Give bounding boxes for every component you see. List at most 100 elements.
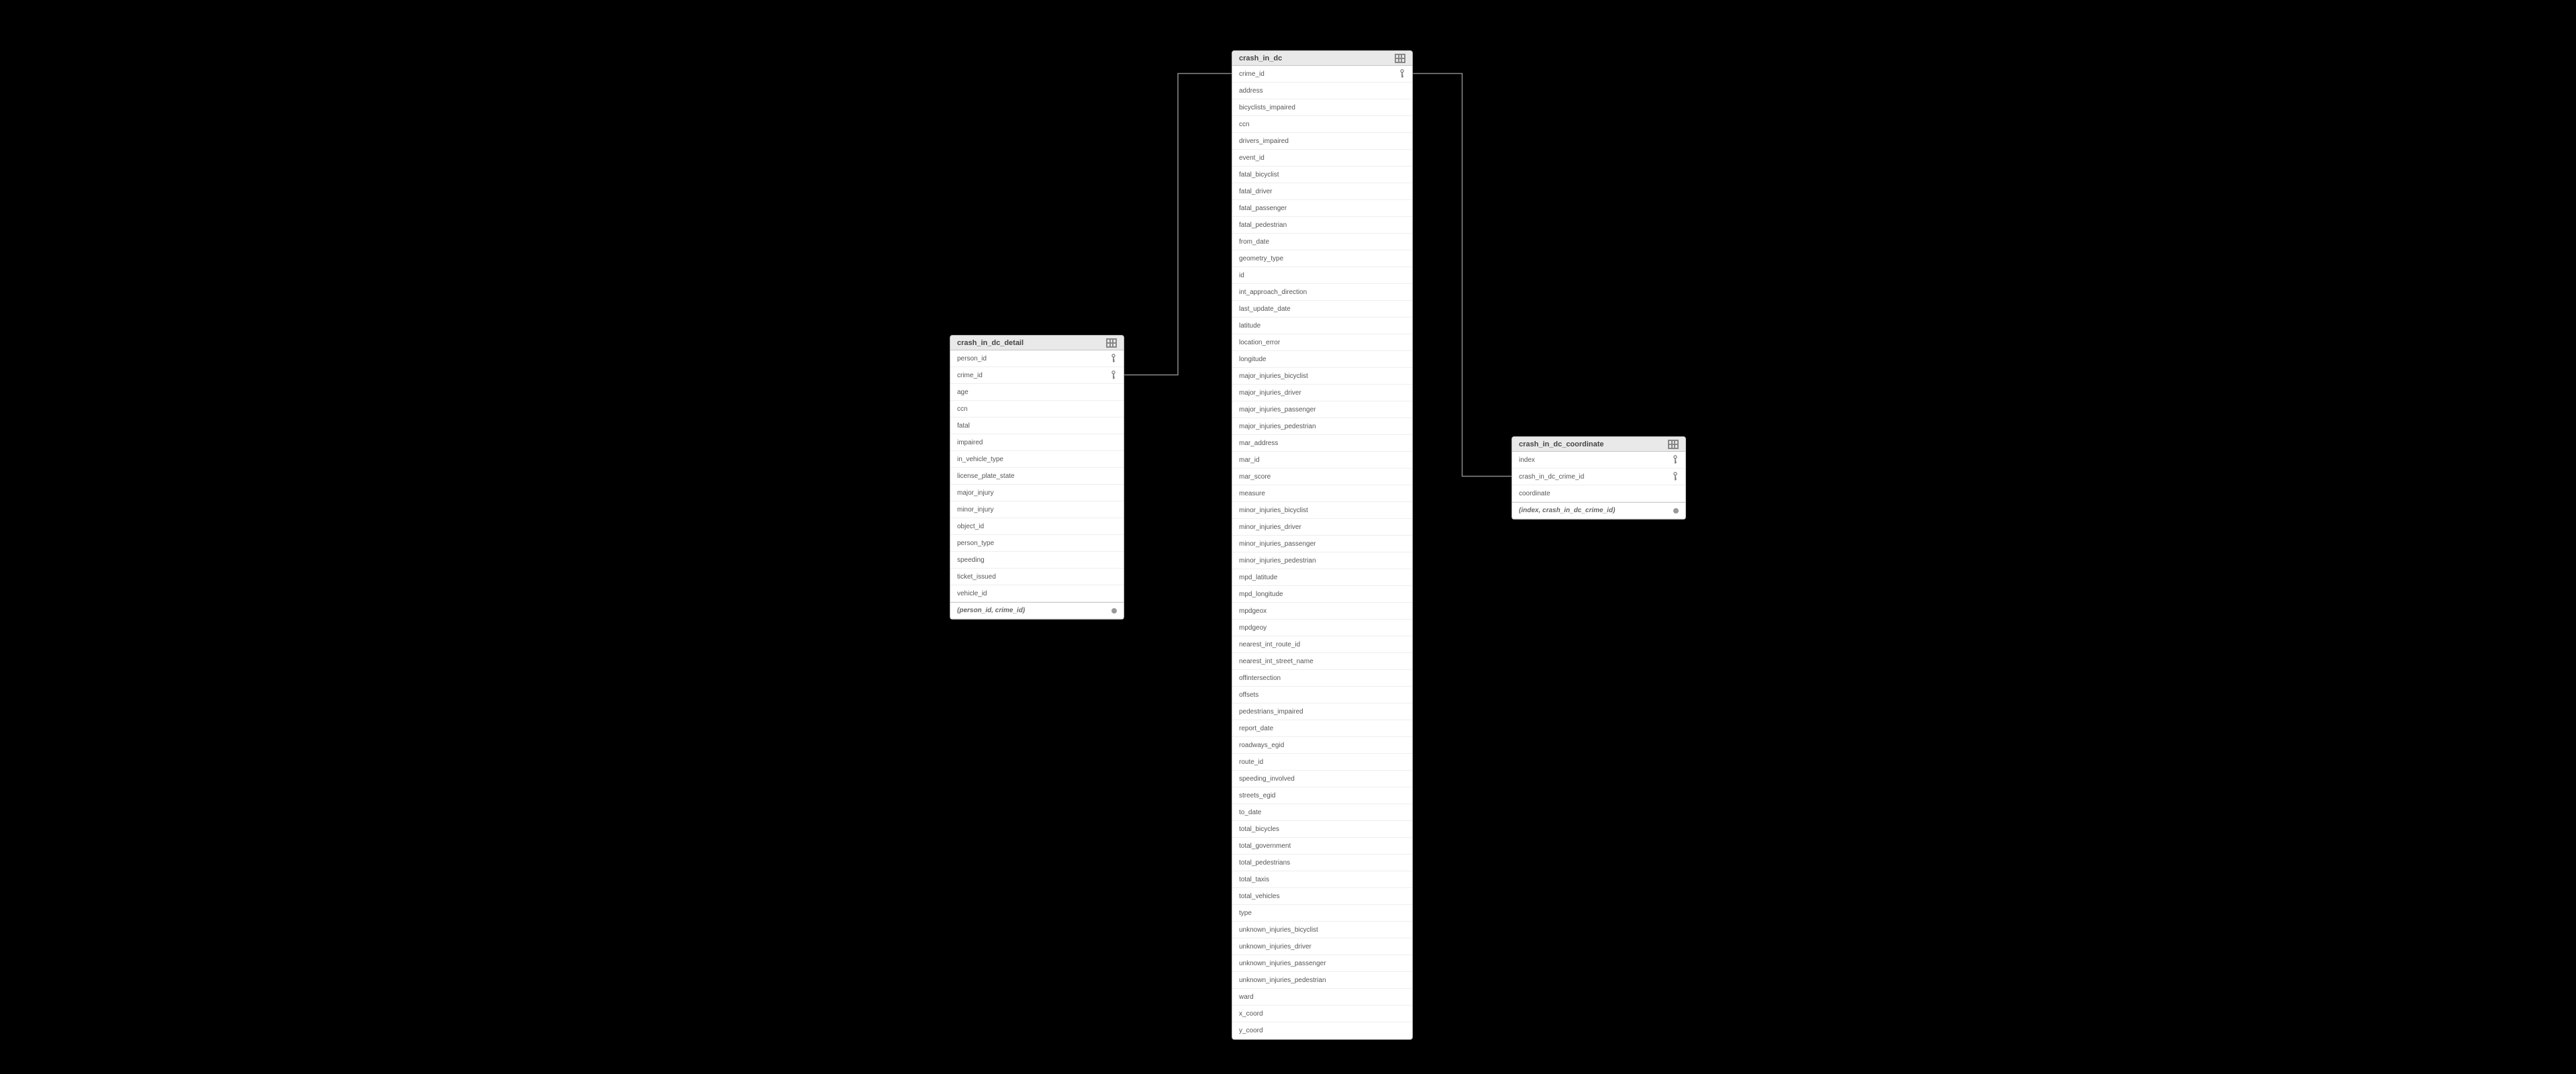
field-ccn[interactable]: ccn	[950, 401, 1124, 418]
field-mpd_longitude[interactable]: mpd_longitude	[1232, 586, 1412, 603]
field-int_approach_direction[interactable]: int_approach_direction	[1232, 284, 1412, 301]
field-label: mpd_longitude	[1239, 591, 1405, 598]
field-measure[interactable]: measure	[1232, 485, 1412, 502]
field-major_injuries_pedestrian[interactable]: major_injuries_pedestrian	[1232, 418, 1412, 435]
field-label: mpd_latitude	[1239, 574, 1405, 581]
field-total_taxis[interactable]: total_taxis	[1232, 871, 1412, 888]
field-geometry_type[interactable]: geometry_type	[1232, 250, 1412, 267]
index-row[interactable]: (person_id, crime_id)	[950, 602, 1124, 619]
field-major_injury[interactable]: major_injury	[950, 485, 1124, 501]
field-nearest_int_route_id[interactable]: nearest_int_route_id	[1232, 636, 1412, 653]
field-event_id[interactable]: event_id	[1232, 150, 1412, 166]
field-ward[interactable]: ward	[1232, 989, 1412, 1006]
field-crime_id[interactable]: crime_id	[950, 367, 1124, 384]
field-ticket_issued[interactable]: ticket_issued	[950, 569, 1124, 585]
field-minor_injury[interactable]: minor_injury	[950, 501, 1124, 518]
table-crash_in_dc_detail[interactable]: crash_in_dc_detailperson_idcrime_idagecc…	[950, 335, 1124, 620]
field-last_update_date[interactable]: last_update_date	[1232, 301, 1412, 318]
field-label: offsets	[1239, 691, 1405, 699]
field-crime_id[interactable]: crime_id	[1232, 66, 1412, 83]
field-id[interactable]: id	[1232, 267, 1412, 284]
field-report_date[interactable]: report_date	[1232, 720, 1412, 737]
field-minor_injuries_driver[interactable]: minor_injuries_driver	[1232, 519, 1412, 536]
field-mpdgeox[interactable]: mpdgeox	[1232, 603, 1412, 620]
field-streets_egid[interactable]: streets_egid	[1232, 787, 1412, 804]
field-drivers_impaired[interactable]: drivers_impaired	[1232, 133, 1412, 150]
field-label: major_injuries_bicyclist	[1239, 373, 1405, 380]
table-grid-icon[interactable]	[1106, 338, 1117, 348]
table-crash_in_dc_coordinate[interactable]: crash_in_dc_coordinateindexcrash_in_dc_c…	[1512, 436, 1686, 520]
field-major_injuries_bicyclist[interactable]: major_injuries_bicyclist	[1232, 368, 1412, 385]
field-to_date[interactable]: to_date	[1232, 804, 1412, 821]
field-crash_in_dc_crime_id[interactable]: crash_in_dc_crime_id	[1512, 469, 1685, 485]
field-person_id[interactable]: person_id	[950, 350, 1124, 367]
field-minor_injuries_passenger[interactable]: minor_injuries_passenger	[1232, 536, 1412, 552]
field-total_pedestrians[interactable]: total_pedestrians	[1232, 855, 1412, 871]
field-label: mar_score	[1239, 473, 1405, 481]
field-major_injuries_passenger[interactable]: major_injuries_passenger	[1232, 401, 1412, 418]
field-license_plate_state[interactable]: license_plate_state	[950, 468, 1124, 485]
field-in_vehicle_type[interactable]: in_vehicle_type	[950, 451, 1124, 468]
field-speeding[interactable]: speeding	[950, 552, 1124, 569]
field-total_vehicles[interactable]: total_vehicles	[1232, 888, 1412, 905]
field-ccn[interactable]: ccn	[1232, 116, 1412, 133]
field-mar_id[interactable]: mar_id	[1232, 452, 1412, 469]
field-object_id[interactable]: object_id	[950, 518, 1124, 535]
field-from_date[interactable]: from_date	[1232, 234, 1412, 250]
diagram-canvas[interactable]: crash_in_dc_detailperson_idcrime_idagecc…	[0, 0, 2576, 1074]
field-speeding_involved[interactable]: speeding_involved	[1232, 771, 1412, 787]
field-label: vehicle_id	[957, 590, 1117, 597]
field-unknown_injuries_pedestrian[interactable]: unknown_injuries_pedestrian	[1232, 972, 1412, 989]
field-fatal_passenger[interactable]: fatal_passenger	[1232, 200, 1412, 217]
field-mar_score[interactable]: mar_score	[1232, 469, 1412, 485]
field-label: x_coord	[1239, 1010, 1405, 1018]
field-person_type[interactable]: person_type	[950, 535, 1124, 552]
table-header[interactable]: crash_in_dc_detail	[950, 336, 1124, 350]
field-major_injuries_driver[interactable]: major_injuries_driver	[1232, 385, 1412, 401]
field-label: major_injuries_driver	[1239, 389, 1405, 397]
field-unknown_injuries_driver[interactable]: unknown_injuries_driver	[1232, 938, 1412, 955]
field-fatal[interactable]: fatal	[950, 418, 1124, 434]
field-offsets[interactable]: offsets	[1232, 687, 1412, 703]
table-grid-icon[interactable]	[1668, 440, 1679, 449]
field-y_coord[interactable]: y_coord	[1232, 1022, 1412, 1039]
index-dot-icon	[1111, 608, 1117, 614]
field-label: bicyclists_impaired	[1239, 104, 1405, 111]
field-unknown_injuries_passenger[interactable]: unknown_injuries_passenger	[1232, 955, 1412, 972]
field-fatal_bicyclist[interactable]: fatal_bicyclist	[1232, 166, 1412, 183]
field-type[interactable]: type	[1232, 905, 1412, 922]
table-header[interactable]: crash_in_dc_coordinate	[1512, 437, 1685, 452]
field-mpdgeoy[interactable]: mpdgeoy	[1232, 620, 1412, 636]
field-location_error[interactable]: location_error	[1232, 334, 1412, 351]
field-mpd_latitude[interactable]: mpd_latitude	[1232, 569, 1412, 586]
field-label: mar_address	[1239, 440, 1405, 447]
field-unknown_injuries_bicyclist[interactable]: unknown_injuries_bicyclist	[1232, 922, 1412, 938]
field-impaired[interactable]: impaired	[950, 434, 1124, 451]
field-x_coord[interactable]: x_coord	[1232, 1006, 1412, 1022]
table-crash_in_dc[interactable]: crash_in_dccrime_idaddress bicyclists_imp…	[1232, 50, 1413, 1040]
field-vehicle_id[interactable]: vehicle_id	[950, 585, 1124, 602]
field-age[interactable]: age	[950, 384, 1124, 401]
field-fatal_pedestrian[interactable]: fatal_pedestrian	[1232, 217, 1412, 234]
field-coordinate[interactable]: coordinate	[1512, 485, 1685, 502]
field-index[interactable]: index	[1512, 452, 1685, 469]
field-offintersection[interactable]: offintersection	[1232, 670, 1412, 687]
field-total_government[interactable]: total_government	[1232, 838, 1412, 855]
table-grid-icon[interactable]	[1395, 54, 1405, 63]
field-latitude[interactable]: latitude	[1232, 318, 1412, 334]
field-minor_injuries_bicyclist[interactable]: minor_injuries_bicyclist	[1232, 502, 1412, 519]
field-minor_injuries_pedestrian[interactable]: minor_injuries_pedestrian	[1232, 552, 1412, 569]
field-address[interactable]: address	[1232, 83, 1412, 99]
field-label: speeding	[957, 556, 1117, 564]
field-pedestrians_impaired[interactable]: pedestrians_impaired	[1232, 703, 1412, 720]
field-longitude[interactable]: longitude	[1232, 351, 1412, 368]
field-mar_address[interactable]: mar_address	[1232, 435, 1412, 452]
field-bicyclists_impaired[interactable]: bicyclists_impaired	[1232, 99, 1412, 116]
table-header[interactable]: crash_in_dc	[1232, 51, 1412, 66]
field-nearest_int_street_name[interactable]: nearest_int_street_name	[1232, 653, 1412, 670]
field-route_id[interactable]: route_id	[1232, 754, 1412, 771]
index-row[interactable]: (index, crash_in_dc_crime_id)	[1512, 502, 1685, 519]
field-roadways_egid[interactable]: roadways_egid	[1232, 737, 1412, 754]
field-total_bicycles[interactable]: total_bicycles	[1232, 821, 1412, 838]
field-fatal_driver[interactable]: fatal_driver	[1232, 183, 1412, 200]
